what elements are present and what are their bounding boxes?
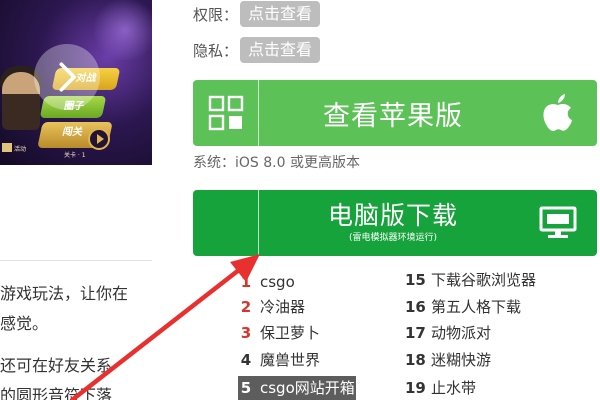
- banner-activity-text: 活动: [14, 146, 27, 153]
- play-icon: [88, 128, 110, 150]
- rank-number: 15: [405, 271, 426, 289]
- left-divider: [0, 260, 152, 261]
- system-requirement-text: 系统：iOS 8.0 或更高版本: [193, 155, 360, 171]
- rank-number: 1: [240, 273, 252, 291]
- ranking-item[interactable]: 18 迷糊快游: [405, 348, 491, 372]
- permission-label: 权限：: [193, 5, 239, 24]
- rank-title: csgo网站开箱: [260, 379, 355, 397]
- chevron-right-icon: [59, 62, 76, 92]
- ranking-item[interactable]: 16 第五人格下载: [405, 295, 521, 319]
- gallery-next-button[interactable]: [34, 44, 100, 110]
- ranking-item-highlighted[interactable]: 5 csgo网站开箱: [238, 376, 356, 400]
- privacy-view-link[interactable]: 点击查看: [240, 37, 321, 63]
- article-line-4: 的圆形音符下落: [0, 386, 113, 400]
- rank-title: 动物派对: [431, 324, 492, 342]
- rank-number: 4: [240, 351, 252, 369]
- rank-number: 18: [405, 351, 426, 369]
- pc-download-button[interactable]: 电脑版下载 (雷电模拟器环境运行): [193, 190, 597, 256]
- article-line-3: 还可在好友关系: [0, 356, 113, 375]
- ranking-item[interactable]: 4 魔兽世界: [238, 348, 320, 372]
- game-banner-image[interactable]: 对战 圈子 闯关 关卡 · 1 活动: [0, 0, 152, 165]
- rank-number: 5: [240, 379, 252, 397]
- apple-icon: [519, 93, 597, 133]
- privacy-label: 隐私：: [193, 41, 239, 60]
- rank-number: 3: [240, 324, 252, 342]
- rank-title: 第五人格下载: [431, 298, 522, 316]
- ranking-item[interactable]: 1 csgo: [238, 270, 295, 294]
- rank-number: 16: [405, 298, 426, 316]
- ranking-item[interactable]: 17 动物派对: [405, 321, 491, 345]
- rank-title: 魔兽世界: [260, 351, 321, 369]
- rank-title: 迷糊快游: [431, 351, 492, 369]
- ranking-item[interactable]: 2 冷油器: [238, 295, 305, 319]
- article-line-2: 感觉。: [0, 314, 49, 333]
- pc-button-text: 电脑版下载 (雷电模拟器环境运行): [267, 201, 519, 245]
- view-apple-version-button[interactable]: 查看苹果版: [193, 80, 597, 146]
- rank-title: 止水带: [431, 379, 477, 397]
- rank-number: 17: [405, 324, 426, 342]
- privacy-row: 隐私： 点击查看: [193, 37, 321, 63]
- pc-button-label: 电脑版下载: [327, 201, 458, 230]
- rank-title: csgo: [260, 273, 295, 291]
- apple-button-label: 查看苹果版: [323, 100, 463, 132]
- permission-row: 权限： 点击查看: [193, 1, 321, 27]
- rank-title: 下载谷歌浏览器: [431, 271, 537, 289]
- gift-icon: [2, 143, 12, 152]
- ranking-item[interactable]: 19 止水带: [405, 376, 476, 400]
- article-line-1: 游戏玩法，让你在: [0, 284, 129, 303]
- monitor-icon: [519, 206, 597, 240]
- grid-icon: [193, 80, 259, 146]
- rank-title: 冷油器: [260, 298, 306, 316]
- banner-level-text: 关卡 · 1: [64, 152, 86, 159]
- rank-number: 2: [240, 298, 252, 316]
- rank-number: 19: [405, 379, 426, 397]
- banner-glow: [90, 0, 152, 60]
- ranking-item[interactable]: 3 保卫萝卜: [238, 321, 320, 345]
- ranking-item[interactable]: 15 下载谷歌浏览器: [405, 268, 536, 292]
- permission-view-link[interactable]: 点击查看: [240, 1, 321, 27]
- rank-title: 保卫萝卜: [260, 324, 321, 342]
- button-left-zone: [193, 190, 259, 256]
- pc-button-sublabel: (雷电模拟器环境运行): [348, 233, 438, 243]
